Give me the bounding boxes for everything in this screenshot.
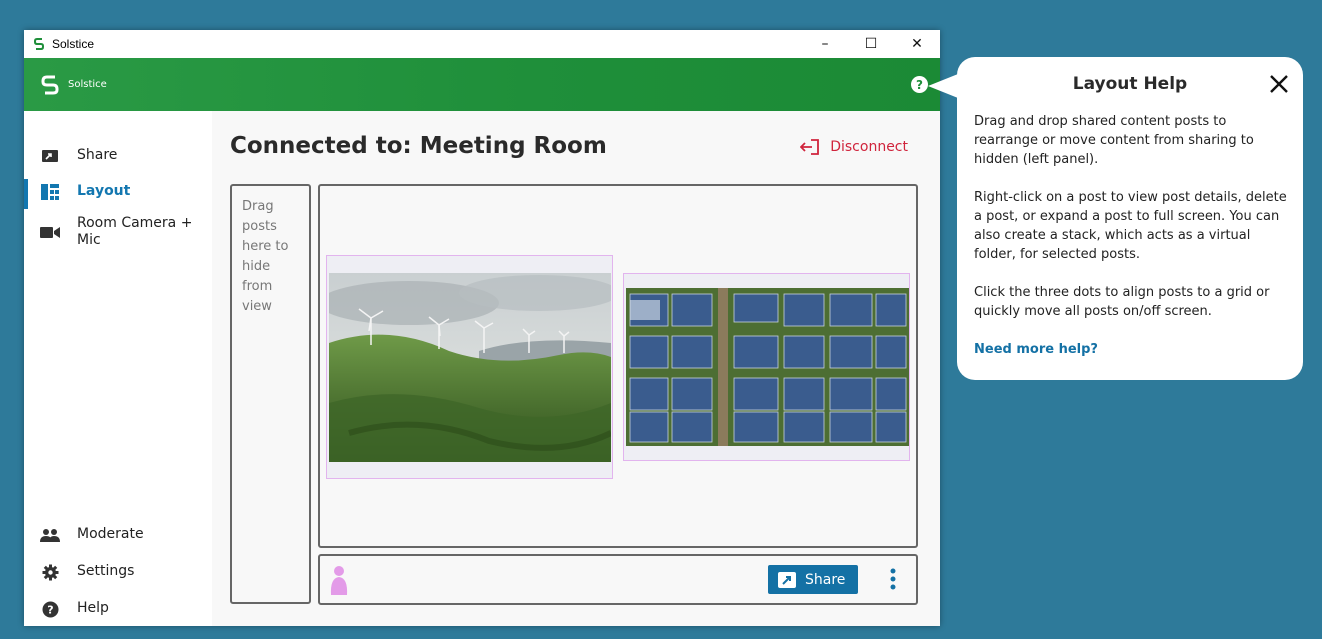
popover-paragraph: Click the three dots to align posts to a… [974,285,1270,319]
popover-body: Drag and drop shared content posts to re… [974,112,1292,359]
sidebar-item-layout[interactable]: Layout [24,183,212,200]
sidebar-item-label: Help [77,600,109,616]
popover-paragraph: Right-click on a post to view post detai… [974,190,1287,262]
hidden-posts-panel[interactable]: Drag posts here to hide from view [230,184,311,604]
popover-arrow [928,74,958,98]
maximize-button[interactable]: ☐ [848,30,894,58]
share-screen-icon [40,148,60,164]
layout-icon [40,184,60,200]
sidebar-item-share[interactable]: Share [24,147,212,164]
share-button[interactable]: Share [768,565,858,594]
sidebar-item-label: Room Camera + Mic [77,215,193,248]
sidebar-item-label: Layout [77,183,131,199]
title-bar[interactable]: Solstice – ☐ ✕ [24,30,940,58]
share-screen-icon [778,571,796,588]
app-header: Solstice ? [24,58,940,111]
help-icon: ? [40,601,60,617]
popover-paragraph: Drag and drop shared content posts to re… [974,114,1254,167]
more-options-icon[interactable] [888,567,898,591]
svg-text:?: ? [47,603,53,616]
disconnect-label: Disconnect [830,139,908,155]
main-content: Connected to: Meeting Room Disconnect Dr… [212,111,940,626]
close-icon[interactable] [1268,73,1290,95]
sidebar-item-room-camera[interactable]: Room Camera + Mic [24,215,212,249]
popover-title: Layout Help [1072,74,1188,94]
sharing-canvas[interactable] [318,184,918,548]
wind-turbines-image [329,273,611,462]
sidebar-item-label: Moderate [77,526,144,542]
solar-panels-image [626,288,909,446]
window-title: Solstice [52,37,95,51]
disconnect-button[interactable]: Disconnect [800,139,908,155]
share-button-label: Share [805,571,846,588]
close-window-button[interactable]: ✕ [894,30,940,58]
video-camera-icon [40,224,60,240]
layout-help-popover: Layout Help Drag and drop shared content… [957,57,1303,380]
app-window: Solstice – ☐ ✕ Solstice ? Share Layout R… [24,30,940,626]
solstice-logo-icon [34,38,44,50]
bottom-toolbar: Share [318,554,918,605]
exit-icon [800,139,820,155]
hidden-panel-hint: Drag posts here to hide from view [242,199,289,314]
sidebar-item-settings[interactable]: Settings [24,563,212,580]
help-icon[interactable]: ? [911,76,928,93]
page-title: Connected to: Meeting Room [230,133,607,159]
gear-icon [40,564,60,580]
need-more-help-link[interactable]: Need more help? [974,340,1292,359]
sidebar-item-help[interactable]: ? Help [24,600,212,617]
solar-panels-post[interactable] [623,273,910,461]
header-app-name: Solstice [68,79,107,90]
minimize-button[interactable]: – [802,30,848,58]
sidebar-item-label: Settings [77,563,135,579]
window-controls: – ☐ ✕ [802,30,940,58]
sidebar: Share Layout Room Camera + Mic Moderate [24,111,212,626]
user-avatar-icon[interactable] [330,564,348,596]
sidebar-item-moderate[interactable]: Moderate [24,526,212,543]
solstice-logo-icon [41,75,59,94]
wind-turbines-post[interactable] [326,255,613,479]
sidebar-item-label: Share [77,147,118,163]
people-icon [40,527,60,543]
